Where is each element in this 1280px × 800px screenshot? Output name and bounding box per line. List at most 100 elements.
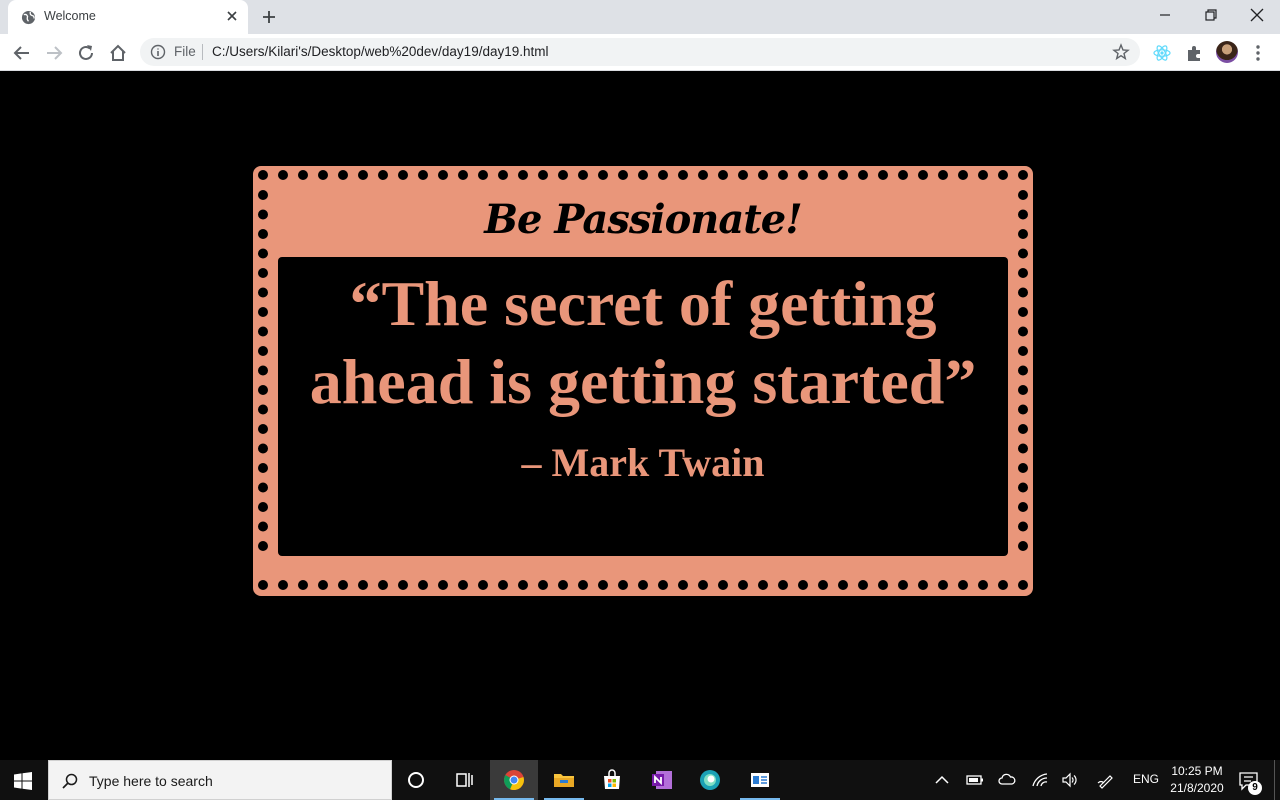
border-dot bbox=[558, 170, 568, 180]
cloud-icon[interactable] bbox=[998, 771, 1016, 789]
border-dot bbox=[278, 170, 288, 180]
plus-icon[interactable] bbox=[260, 8, 278, 26]
puzzle-icon[interactable] bbox=[1184, 43, 1204, 63]
border-dot bbox=[658, 580, 668, 590]
border-dot bbox=[258, 463, 268, 473]
border-dot bbox=[1018, 170, 1028, 180]
url-scheme-label: File bbox=[174, 44, 196, 59]
border-dot bbox=[1018, 443, 1028, 454]
divider bbox=[202, 44, 203, 60]
border-dot bbox=[598, 170, 608, 180]
cortana-icon bbox=[408, 772, 424, 788]
border-dot bbox=[498, 170, 508, 180]
border-dot bbox=[1018, 287, 1028, 298]
border-dot bbox=[538, 580, 548, 590]
border-dot bbox=[458, 170, 468, 180]
pen-icon[interactable] bbox=[1097, 771, 1115, 789]
restore-icon[interactable] bbox=[1202, 6, 1220, 24]
taskbar-store[interactable] bbox=[588, 760, 636, 800]
star-icon[interactable] bbox=[1112, 43, 1130, 61]
clock-date[interactable]: 21/8/2020 bbox=[1166, 781, 1228, 795]
border-dot bbox=[258, 365, 268, 376]
border-dot bbox=[978, 170, 988, 180]
border-dot bbox=[258, 580, 268, 590]
border-dot bbox=[758, 170, 768, 180]
border-dot bbox=[738, 580, 748, 590]
border-dot bbox=[258, 521, 268, 532]
store-icon bbox=[604, 769, 620, 789]
input-language[interactable]: ENG bbox=[1133, 772, 1159, 786]
border-dot bbox=[838, 580, 848, 590]
forward-icon[interactable] bbox=[44, 43, 64, 63]
quote-text: “The secret of getting ahead is getting … bbox=[278, 265, 1008, 421]
home-icon[interactable] bbox=[108, 43, 128, 63]
border-dot bbox=[898, 170, 908, 180]
volume-icon[interactable] bbox=[1061, 771, 1079, 789]
taskbar-chrome[interactable] bbox=[490, 760, 538, 800]
taskbar-app[interactable] bbox=[736, 760, 784, 800]
border-dot bbox=[258, 287, 268, 298]
chevron-up-icon[interactable] bbox=[933, 771, 951, 789]
border-dot bbox=[358, 580, 368, 590]
border-dot bbox=[658, 170, 668, 180]
border-dot bbox=[1018, 482, 1028, 493]
notification-count-badge: 9 bbox=[1248, 781, 1262, 795]
border-dot bbox=[518, 580, 528, 590]
border-dot bbox=[258, 346, 268, 356]
border-dot bbox=[258, 541, 268, 551]
border-dot bbox=[258, 307, 268, 317]
border-dot bbox=[458, 580, 468, 590]
border-dot bbox=[338, 170, 348, 180]
border-dot bbox=[698, 580, 708, 590]
border-dot bbox=[258, 385, 268, 395]
border-dot bbox=[618, 170, 628, 180]
border-dot bbox=[578, 580, 588, 590]
taskbar-edge[interactable] bbox=[686, 760, 734, 800]
close-icon[interactable] bbox=[224, 8, 240, 24]
back-icon[interactable] bbox=[12, 43, 32, 63]
task-view-icon bbox=[456, 773, 473, 787]
task-view-button[interactable] bbox=[440, 760, 488, 800]
quote-line-2: ahead is getting started” bbox=[309, 346, 977, 417]
battery-icon[interactable] bbox=[966, 771, 984, 789]
url-text[interactable]: C:/Users/Kilari's/Desktop/web%20dev/day1… bbox=[212, 44, 549, 59]
border-dot bbox=[398, 580, 408, 590]
taskbar-search-box[interactable]: Type here to search bbox=[48, 760, 392, 800]
windows-icon[interactable] bbox=[14, 772, 32, 790]
border-dot bbox=[1018, 463, 1028, 473]
border-dot bbox=[778, 580, 788, 590]
clock-time[interactable]: 10:25 PM bbox=[1166, 764, 1228, 778]
avatar[interactable] bbox=[1216, 41, 1238, 63]
border-dot bbox=[258, 404, 268, 415]
border-dot bbox=[738, 170, 748, 180]
border-dot bbox=[418, 580, 428, 590]
border-dot bbox=[258, 268, 268, 278]
border-dot bbox=[858, 580, 868, 590]
react-icon[interactable] bbox=[1152, 43, 1172, 63]
browser-tab[interactable]: Welcome bbox=[8, 0, 248, 34]
border-dot bbox=[318, 170, 328, 180]
edge-icon bbox=[700, 770, 720, 790]
quote-line-1: “The secret of getting bbox=[349, 268, 937, 339]
border-dot bbox=[618, 580, 628, 590]
border-dot bbox=[1018, 346, 1028, 356]
border-dot bbox=[1018, 541, 1028, 551]
app-icon bbox=[751, 773, 769, 787]
taskbar-file-explorer[interactable] bbox=[540, 760, 588, 800]
reload-icon[interactable] bbox=[76, 43, 96, 63]
menu-icon[interactable] bbox=[1248, 43, 1268, 63]
address-bar[interactable]: File C:/Users/Kilari's/Desktop/web%20dev… bbox=[140, 38, 1140, 66]
wifi-icon[interactable] bbox=[1031, 771, 1049, 789]
file-explorer-icon bbox=[554, 774, 574, 787]
cortana-button[interactable] bbox=[392, 760, 440, 800]
close-icon[interactable] bbox=[1248, 6, 1266, 24]
border-dot bbox=[818, 170, 828, 180]
border-dot bbox=[258, 424, 268, 434]
show-desktop-button[interactable] bbox=[1274, 760, 1275, 800]
onenote-icon bbox=[652, 771, 672, 789]
info-icon[interactable] bbox=[150, 44, 166, 60]
taskbar-onenote[interactable] bbox=[638, 760, 686, 800]
minimize-icon[interactable] bbox=[1156, 6, 1174, 24]
border-dot bbox=[1018, 248, 1028, 259]
border-dot bbox=[798, 170, 808, 180]
